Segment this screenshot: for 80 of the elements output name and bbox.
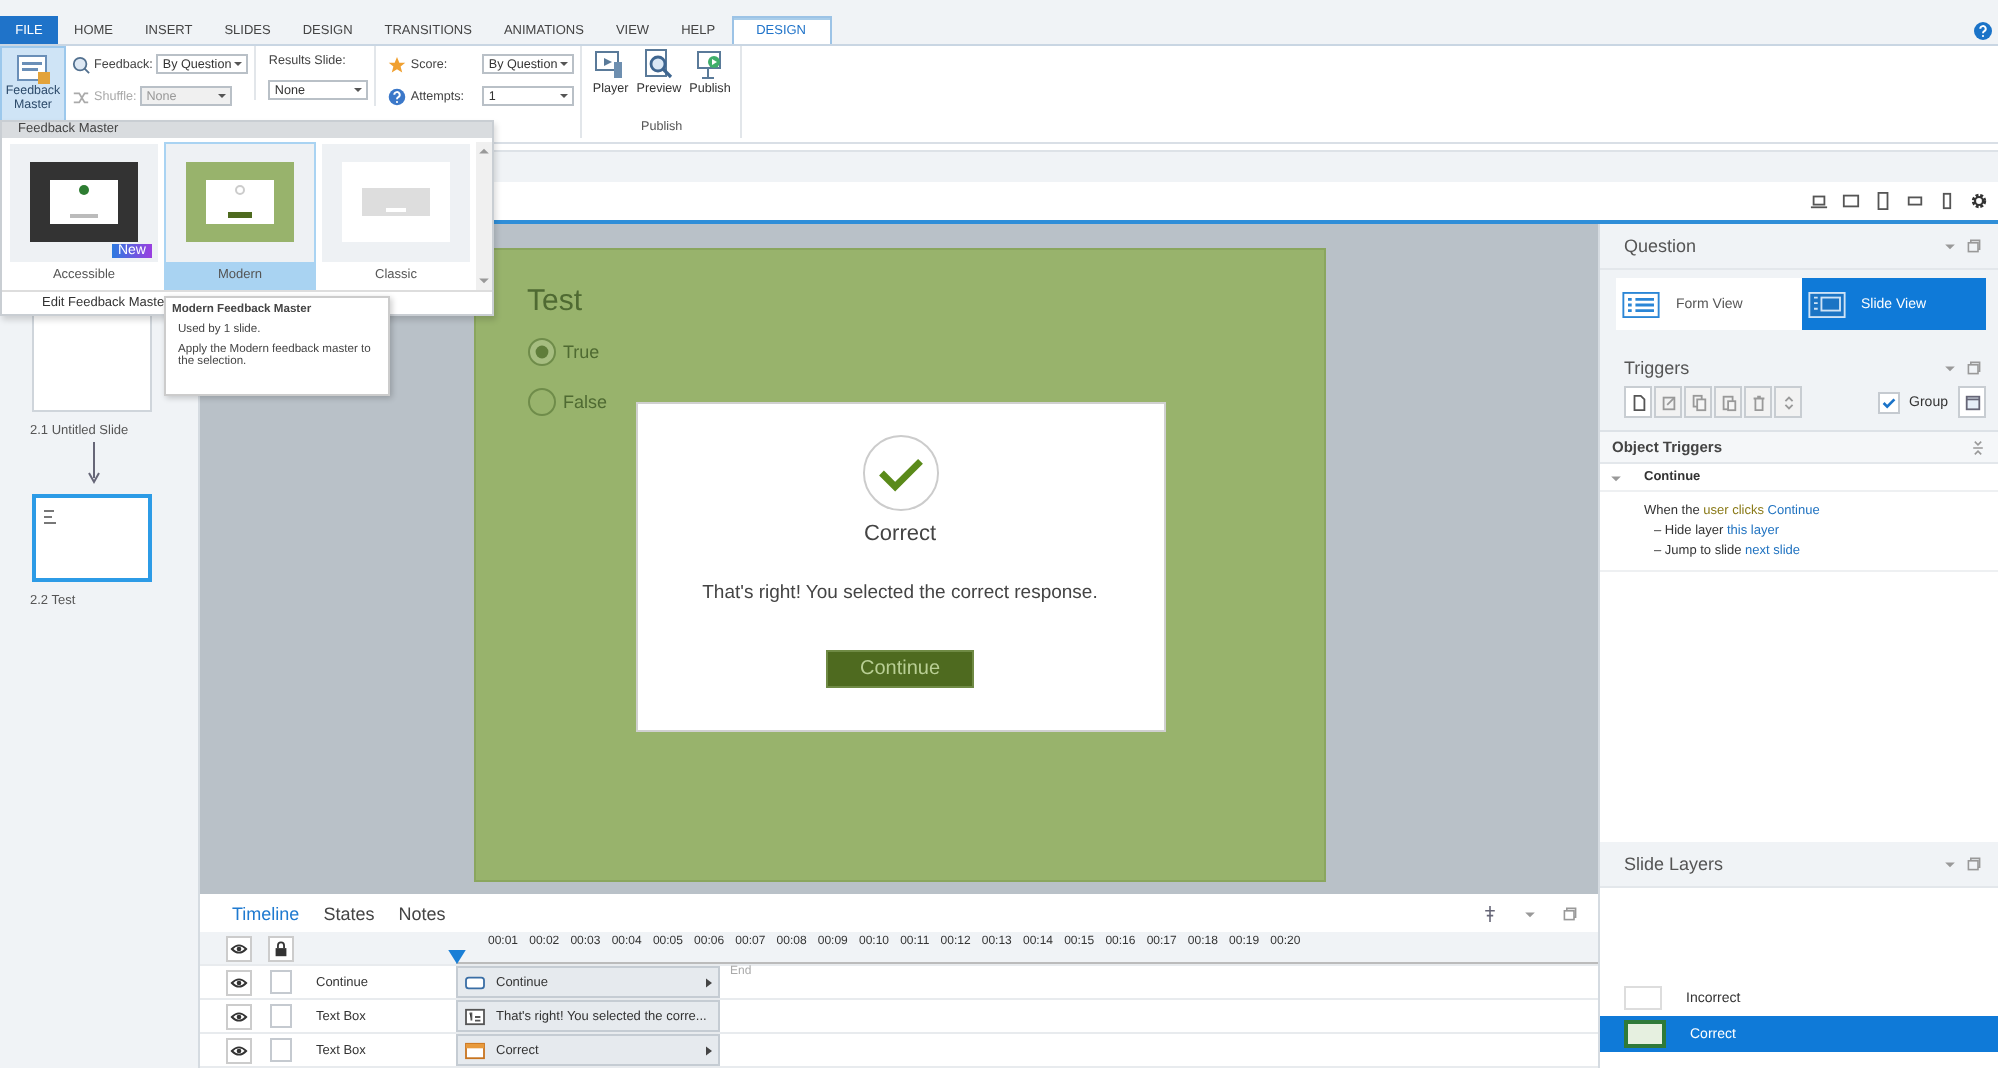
layer-thumbnail [1624,1020,1666,1048]
phone-landscape-icon[interactable] [1906,192,1924,210]
reorder-trigger-button[interactable] [1774,386,1802,418]
template-preview-drawing [30,162,138,243]
checkmark-icon [861,434,939,512]
settings-icon[interactable] [1970,192,1988,210]
dropdown-arrow-icon[interactable] [1942,360,1958,376]
pin-icon[interactable] [1482,905,1498,921]
lock-checkbox[interactable] [269,970,291,994]
eye-icon[interactable] [226,1037,252,1063]
new-trigger-button[interactable] [1624,386,1652,418]
radio-button[interactable] [527,338,555,366]
panel-title: Question [1624,236,1697,256]
continue-button[interactable]: Continue [826,650,974,688]
feedback-heading: Correct [863,522,937,546]
expand-arrow-icon[interactable] [706,1045,712,1055]
form-list-icon [1622,291,1660,317]
paste-trigger-button[interactable] [1714,386,1742,418]
player-icon [594,48,627,80]
feedback-message: That's right! You selected the correct response. [702,582,1098,604]
down-arrow-icon [86,442,102,486]
lock-checkbox[interactable] [269,1004,291,1028]
radio-button[interactable] [527,388,555,416]
shuffle-icon [72,87,90,105]
panel-title: Slide Layers [1624,854,1724,874]
checkmark-icon [1879,393,1898,411]
layer-shape-icon [464,1041,486,1059]
dropdown-arrow-icon[interactable] [1942,856,1958,872]
delete-trigger-button[interactable] [1744,386,1772,418]
presentation-icon [694,48,726,80]
restore-icon[interactable] [1966,360,1982,376]
template-preview-drawing [186,162,294,243]
eye-icon[interactable] [226,1003,252,1029]
feedback-form-icon [15,54,51,86]
option-label: True [563,342,600,362]
eye-icon[interactable] [226,969,252,995]
phone-icon[interactable] [1938,192,1956,210]
paste-icon [1719,393,1737,411]
button-object-icon [464,973,486,991]
slide-title: Test [527,284,583,318]
window-icon [1963,393,1981,411]
page-icon [1629,393,1647,411]
option-label: False [563,392,608,412]
text-box-icon [464,1007,486,1025]
slide-preview-drawing [44,510,56,526]
timeline-tab[interactable]: Timeline [232,903,300,923]
slide-thumbnail[interactable] [32,494,152,582]
lock-icon[interactable] [267,935,293,961]
collapse-all-icon[interactable] [1970,439,1986,455]
restore-icon[interactable] [1562,905,1578,921]
scroll-up-icon[interactable] [476,143,492,160]
star-icon [388,55,407,73]
template-preview-drawing [342,162,450,243]
trash-icon [1749,393,1767,411]
playhead-icon[interactable] [448,950,466,964]
monitor-icon[interactable] [1842,192,1860,210]
restore-icon[interactable] [1966,856,1982,872]
magnifier-icon [72,55,90,73]
help-icon[interactable] [1974,21,1992,39]
laptop-icon[interactable] [1810,192,1828,210]
up-down-arrows-icon [1779,393,1797,411]
slide-layout-icon [1807,291,1845,317]
layer-thumbnail [1624,986,1662,1010]
scrollbar[interactable] [476,141,492,290]
copy-trigger-button[interactable] [1684,386,1712,418]
question-mark-icon [388,87,407,105]
eye-icon[interactable] [226,935,252,961]
restore-icon[interactable] [1966,238,1982,254]
dropdown-arrow-icon[interactable] [1942,238,1958,254]
magnifier-icon [642,48,675,80]
variables-button[interactable] [1958,386,1986,418]
group-checkbox[interactable] [1877,391,1900,413]
panel-title: Triggers [1624,358,1690,378]
expand-arrow-icon[interactable] [706,977,712,987]
tablet-icon[interactable] [1874,192,1892,210]
lock-checkbox[interactable] [269,1038,291,1062]
timeline-tab[interactable]: States [323,903,375,923]
timeline-tab[interactable]: Notes [398,903,446,923]
copy-icon [1689,393,1707,411]
edit-icon [1659,393,1677,411]
